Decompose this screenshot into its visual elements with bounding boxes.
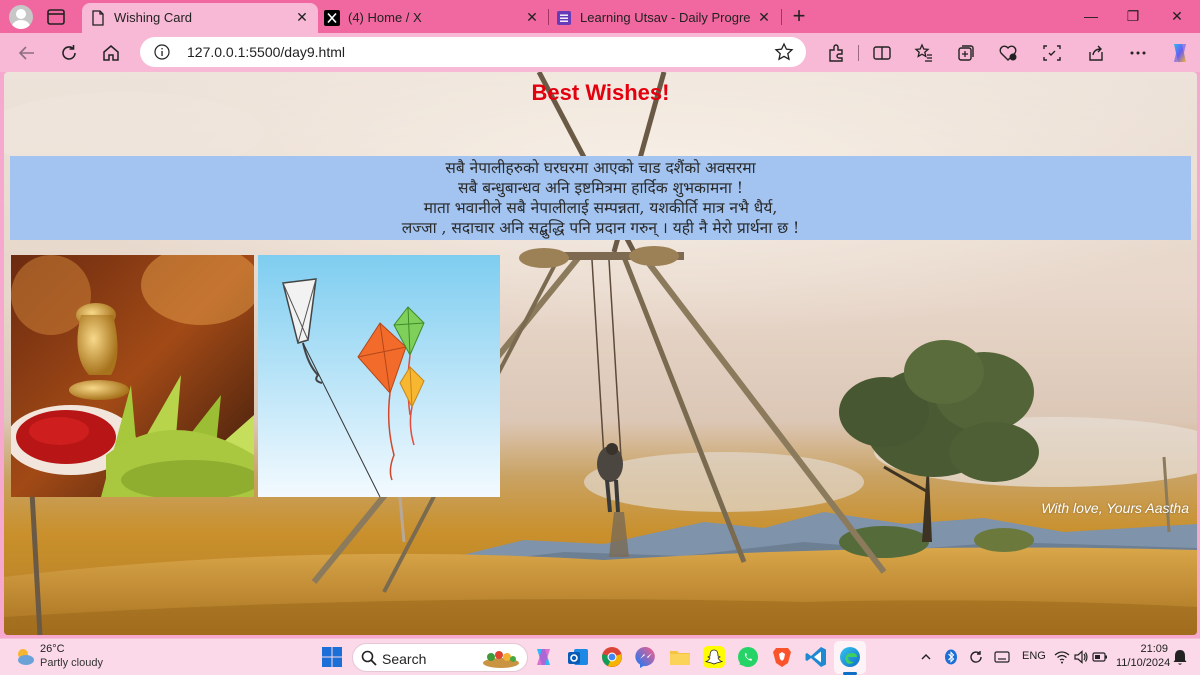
site-info-icon[interactable] xyxy=(154,44,170,60)
tab-title: Learning Utsav - Daily Progress Tr xyxy=(580,10,750,25)
copilot-icon[interactable] xyxy=(1168,41,1192,65)
tab-wishing-card[interactable]: Wishing Card ✕ xyxy=(82,3,318,33)
message-line: सबै नेपालीहरुको घरघरमा आएको चाड दशैंको अ… xyxy=(445,159,756,177)
url-text[interactable]: 127.0.0.1:5500/day9.html xyxy=(187,44,345,60)
tab-x-home[interactable]: (4) Home / X ✕ xyxy=(316,3,548,33)
search-label: Search xyxy=(382,651,427,667)
home-icon[interactable] xyxy=(100,42,122,64)
refresh-icon[interactable] xyxy=(58,42,80,64)
tika-jamara-photo xyxy=(11,255,254,497)
back-arrow-icon[interactable] xyxy=(16,42,38,64)
tab-close-icon[interactable]: ✕ xyxy=(756,9,772,25)
tab-actions-icon[interactable] xyxy=(46,7,66,27)
search-icon xyxy=(361,650,377,666)
browser-essentials-icon[interactable] xyxy=(998,43,1018,63)
battery-icon[interactable] xyxy=(1092,651,1108,663)
tab-close-icon[interactable]: ✕ xyxy=(294,9,310,25)
bluetooth-icon[interactable] xyxy=(944,649,958,665)
page-icon xyxy=(92,10,104,26)
favorite-star-icon[interactable] xyxy=(774,42,794,62)
edge-icon[interactable] xyxy=(838,645,862,669)
address-bar[interactable]: 127.0.0.1:5500/day9.html xyxy=(140,37,806,67)
more-options-icon[interactable] xyxy=(1128,43,1148,63)
close-window-button[interactable]: ✕ xyxy=(1166,6,1188,26)
messenger-icon[interactable] xyxy=(634,645,658,669)
search-highlight-food-icon xyxy=(483,651,519,668)
sync-icon[interactable] xyxy=(968,649,984,665)
kites-illustration xyxy=(258,255,500,497)
new-tab-button[interactable]: + xyxy=(788,5,810,28)
message-line: सबै बन्धुबान्धव अनि इष्टमित्रमा हार्दिक … xyxy=(458,179,743,197)
outlook-icon[interactable] xyxy=(566,645,590,669)
share-icon[interactable] xyxy=(1086,43,1106,63)
message-line: माता भवानीले सबै नेपालीलाई सम्पन्नता, यश… xyxy=(423,199,778,217)
notification-bell-icon[interactable] xyxy=(1172,648,1188,666)
page-viewport: Best Wishes! सबै नेपालीहरुको घरघरमा आएको… xyxy=(4,72,1197,635)
vscode-icon[interactable] xyxy=(804,645,828,669)
message-line: लज्जा , सदाचार अनि सद्बुद्धि पनि प्रदान … xyxy=(401,219,800,237)
screenshot-icon[interactable] xyxy=(1042,43,1062,63)
page-title: Best Wishes! xyxy=(531,80,670,105)
forms-icon xyxy=(557,11,571,25)
minimize-button[interactable]: — xyxy=(1080,6,1102,26)
windows-taskbar: 26°C Partly cloudy Search ENG 21:09 11/1… xyxy=(0,638,1200,675)
clock-date: 11/10/2024 xyxy=(1116,657,1171,669)
tab-title: (4) Home / X xyxy=(348,10,422,25)
profile-avatar-icon[interactable] xyxy=(9,5,33,29)
keyboard-icon[interactable] xyxy=(994,650,1010,664)
weather-condition[interactable]: Partly cloudy xyxy=(40,657,103,669)
whatsapp-icon[interactable] xyxy=(736,645,760,669)
browser-titlebar: Wishing Card ✕ (4) Home / X ✕ Learning U… xyxy=(0,0,1200,33)
copilot-app-icon[interactable] xyxy=(532,645,556,669)
partly-cloudy-icon[interactable] xyxy=(14,646,36,668)
collections-icon[interactable] xyxy=(956,43,976,63)
windows-start-icon[interactable] xyxy=(320,645,344,669)
brave-icon[interactable] xyxy=(770,645,794,669)
chrome-icon[interactable] xyxy=(600,645,624,669)
signature: With love, Yours Aastha xyxy=(1041,500,1189,516)
split-screen-icon[interactable] xyxy=(872,43,892,63)
tab-close-icon[interactable]: ✕ xyxy=(524,9,540,25)
x-logo-icon xyxy=(324,10,340,26)
restore-button[interactable]: ❐ xyxy=(1122,6,1144,26)
chevron-up-icon[interactable] xyxy=(920,651,932,663)
system-clock[interactable]: 21:09 11/10/2024 xyxy=(1116,643,1171,669)
favorites-icon[interactable] xyxy=(914,43,934,63)
wifi-icon[interactable] xyxy=(1054,649,1070,665)
snapchat-icon[interactable] xyxy=(702,645,726,669)
tab-title: Wishing Card xyxy=(114,10,193,25)
toolbar-divider xyxy=(858,45,859,61)
greeting-message: सबै नेपालीहरुको घरघरमा आएको चाड दशैंको अ… xyxy=(10,156,1191,240)
tab-separator xyxy=(781,9,782,25)
extensions-icon[interactable] xyxy=(826,43,846,63)
taskbar-search[interactable]: Search xyxy=(352,643,528,672)
browser-toolbar: 127.0.0.1:5500/day9.html xyxy=(0,33,1200,72)
clock-time: 21:09 xyxy=(1140,643,1168,655)
tab-learning-utsav[interactable]: Learning Utsav - Daily Progress Tr ✕ xyxy=(548,3,780,33)
file-explorer-icon[interactable] xyxy=(668,645,692,669)
language-indicator[interactable]: ENG xyxy=(1022,650,1046,662)
volume-icon[interactable] xyxy=(1073,649,1089,665)
weather-temperature[interactable]: 26°C xyxy=(40,643,65,655)
